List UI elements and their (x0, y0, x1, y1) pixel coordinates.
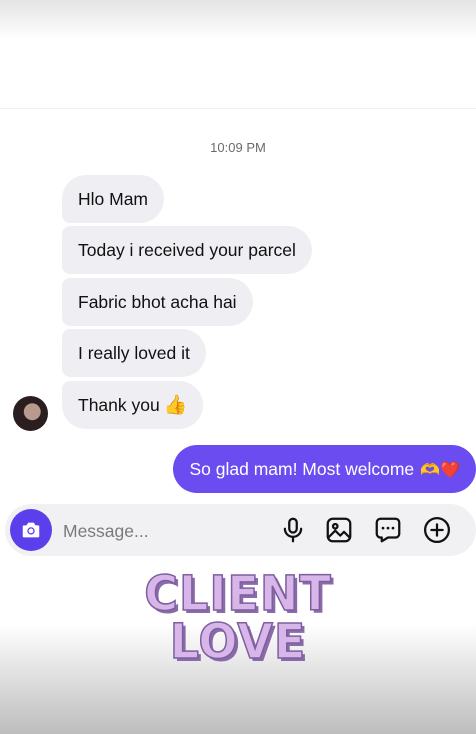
incoming-message[interactable]: I really loved it (62, 329, 206, 377)
heart-hands-emoji: 🫶❤️ (420, 462, 460, 479)
message-text: I really loved it (78, 343, 190, 363)
incoming-message[interactable]: Hlo Mam (62, 175, 165, 223)
message-text: Thank you (78, 395, 160, 415)
top-gradient (0, 0, 476, 40)
thread-divider (0, 108, 476, 109)
message-text: Today i received your parcel (78, 240, 296, 260)
sticker-icon[interactable] (373, 515, 403, 545)
microphone-icon[interactable] (278, 515, 308, 545)
incoming-message[interactable]: Thank you 👍 (62, 381, 204, 429)
outgoing-message[interactable]: So glad mam! Most welcome 🫶❤️ (173, 445, 476, 493)
message-timestamp: 10:09 PM (210, 140, 266, 155)
camera-button[interactable] (10, 509, 52, 551)
message-input[interactable] (61, 512, 265, 550)
message-text: So glad mam! Most welcome (189, 459, 415, 479)
message-composer (5, 504, 476, 556)
incoming-message[interactable]: Today i received your parcel (62, 226, 312, 274)
overlay-title-line2: LOVE (169, 612, 307, 670)
plus-icon[interactable] (422, 515, 452, 545)
camera-icon (22, 522, 40, 538)
incoming-message[interactable]: Fabric bhot acha hai (62, 278, 253, 326)
sender-avatar[interactable] (13, 396, 48, 431)
thumbs-up-emoji: 👍 (163, 395, 188, 416)
message-text: Fabric bhot acha hai (78, 292, 237, 312)
gallery-icon[interactable] (324, 515, 354, 545)
message-text: Hlo Mam (78, 189, 149, 209)
